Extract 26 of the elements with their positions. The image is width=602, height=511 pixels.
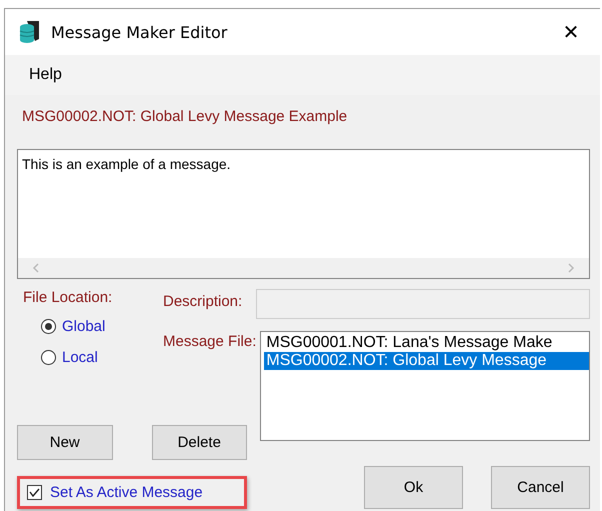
checkbox[interactable] xyxy=(27,485,42,500)
scroll-left-icon[interactable] xyxy=(32,263,40,273)
delete-button[interactable]: Delete xyxy=(152,425,247,460)
new-button[interactable]: New xyxy=(17,425,112,460)
horizontal-scrollbar[interactable] xyxy=(18,258,589,278)
message-heading: MSG00002.NOT: Global Levy Message Example xyxy=(21,107,348,127)
close-button[interactable]: ✕ xyxy=(548,20,594,44)
cancel-button[interactable]: Cancel xyxy=(491,466,590,509)
radio-label[interactable]: Local xyxy=(62,349,98,366)
message-text: This is an example of a message. xyxy=(21,155,232,174)
window-title: Message Maker Editor xyxy=(51,22,228,42)
list-item[interactable]: MSG00001.NOT: Lana's Message Make xyxy=(264,334,589,352)
message-file-label: Message File: xyxy=(163,333,256,352)
file-location-label: File Location: xyxy=(23,289,114,306)
radio-button[interactable] xyxy=(41,319,56,334)
menu-item[interactable]: Help xyxy=(23,64,68,86)
ok-button[interactable]: Ok xyxy=(364,466,463,509)
radio-label[interactable]: Global xyxy=(62,318,106,335)
checkbox-label[interactable]: Set As Active Message xyxy=(50,484,203,501)
scroll-right-icon[interactable] xyxy=(567,263,575,273)
message-file-list[interactable]: MSG00001.NOT: Lana's Message Make MSG00002.NOT: Global Levy Message xyxy=(260,331,590,441)
description-label: Description: xyxy=(163,293,242,310)
message-text-area[interactable]: This is an example of a message. xyxy=(17,149,590,279)
app-icon xyxy=(19,20,41,44)
radio-button[interactable] xyxy=(41,350,56,365)
list-item[interactable]: MSG00002.NOT: Global Levy Message xyxy=(264,352,589,370)
